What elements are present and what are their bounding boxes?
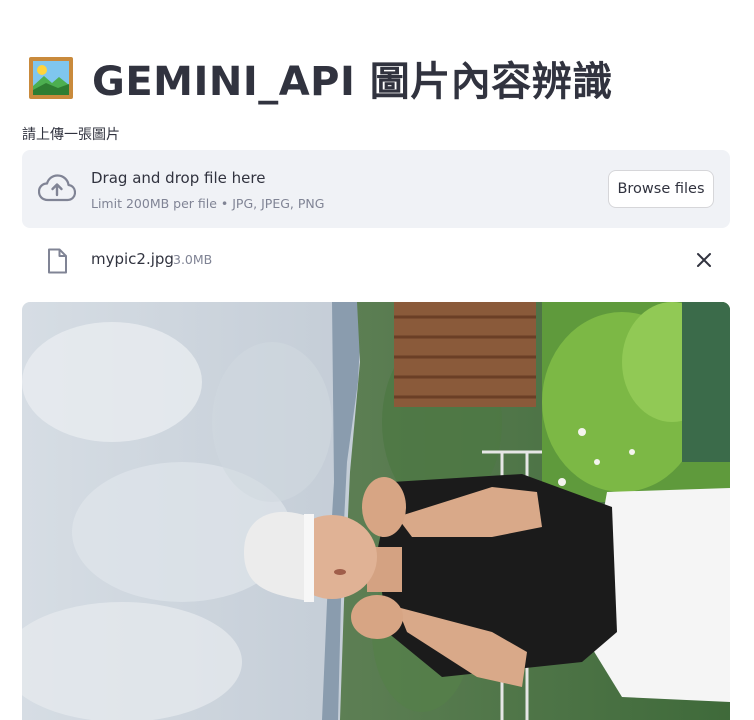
page-title-row: GEMINI_API 圖片內容辨識 — [28, 50, 613, 106]
app-page: GEMINI_API 圖片內容辨識 請上傳一張圖片 Drag and drop … — [0, 0, 754, 720]
uploader-label: 請上傳一張圖片 — [22, 127, 120, 143]
uploaded-file-size: 3.0MB — [173, 252, 213, 267]
uploaded-file-name: mypic2.jpg — [91, 250, 174, 268]
file-dropzone[interactable]: Drag and drop file here Limit 200MB per … — [22, 150, 730, 228]
page-title: GEMINI_API 圖片內容辨識 — [92, 59, 613, 105]
framed-picture-icon — [29, 57, 73, 99]
cloud-upload-icon — [38, 174, 76, 202]
file-icon — [48, 248, 67, 274]
dropzone-limit-text: Limit 200MB per file • JPG, JPEG, PNG — [91, 196, 325, 211]
close-icon[interactable] — [694, 250, 714, 270]
uploaded-file-row: mypic2.jpg 3.0MB — [22, 242, 730, 280]
browse-files-button[interactable]: Browse files — [608, 170, 714, 208]
uploaded-photo-preview — [22, 302, 730, 720]
dropzone-instructions: Drag and drop file here — [91, 169, 266, 187]
